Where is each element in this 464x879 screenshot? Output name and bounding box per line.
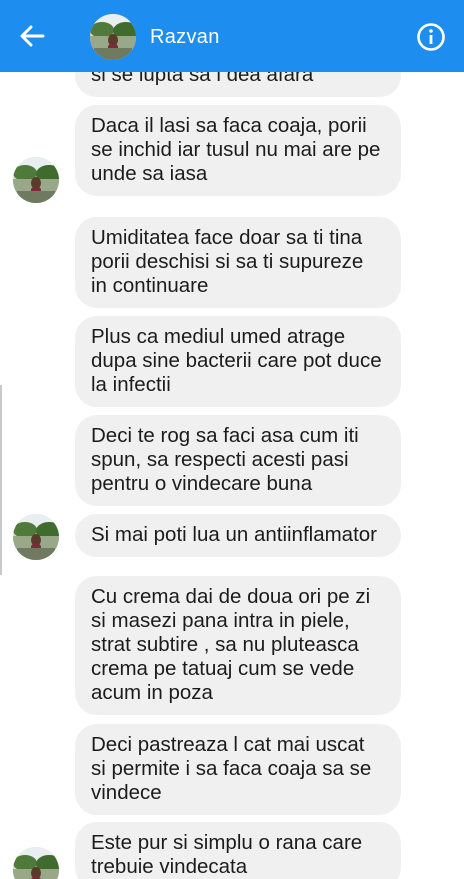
contact-name[interactable]: Razvan <box>150 26 220 49</box>
message-bubble[interactable]: Si mai poti lua un antiinflamator <box>75 514 401 557</box>
info-circle-icon <box>417 23 445 51</box>
back-button[interactable] <box>16 20 48 52</box>
info-button[interactable] <box>416 22 446 52</box>
message-bubble[interactable]: Plus ca mediul umed atrage dupa sine bac… <box>75 316 401 407</box>
message-list[interactable]: si se lupta sa l dea afara Daca il lasi … <box>0 72 464 879</box>
message-bubble[interactable]: Cu crema dai de doua ori pe zi si masezi… <box>75 576 401 715</box>
message-bubble[interactable]: Deci pastreaza l cat mai uscat si permit… <box>75 724 401 815</box>
message-bubble[interactable]: Este pur si simplu o rana care trebuie v… <box>75 822 401 879</box>
sender-avatar[interactable] <box>13 847 59 879</box>
sender-avatar[interactable] <box>13 157 59 203</box>
chat-header: Razvan <box>0 0 464 72</box>
message-bubble[interactable]: Deci te rog sa faci asa cum iti spun, sa… <box>75 415 401 506</box>
message-bubble[interactable]: Umiditatea face doar sa ti tina porii de… <box>75 217 401 308</box>
contact-avatar[interactable] <box>90 14 136 60</box>
message-bubble[interactable]: si se lupta sa l dea afara <box>75 72 401 97</box>
message-bubble[interactable]: Daca il lasi sa faca coaja, porii se inc… <box>75 105 401 196</box>
arrow-left-icon <box>20 25 45 47</box>
sender-avatar[interactable] <box>13 514 59 560</box>
scroll-edge-indicator <box>0 385 2 575</box>
